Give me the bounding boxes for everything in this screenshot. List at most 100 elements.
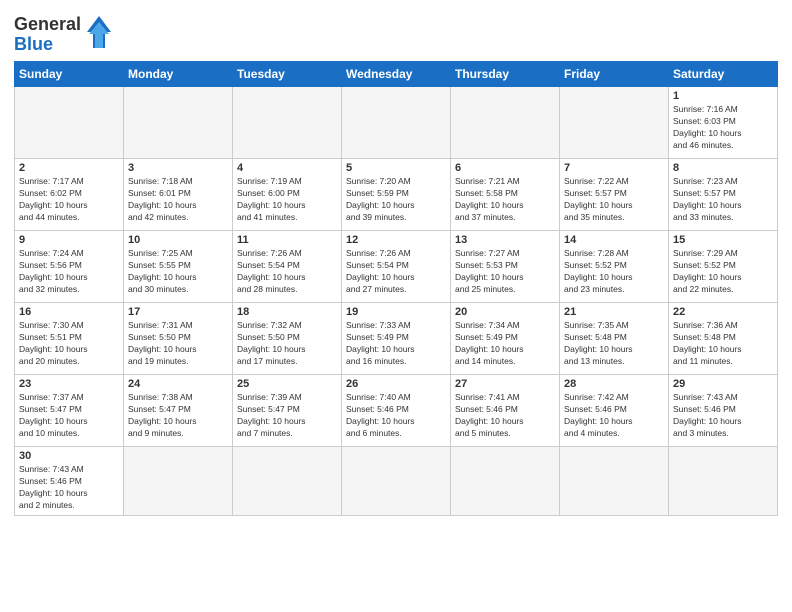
calendar-cell: 1 Sunrise: 7:16 AM Sunset: 6:03 PM Daylig… bbox=[669, 87, 778, 159]
calendar-cell: 8 Sunrise: 7:23 AM Sunset: 5:57 PM Daylig… bbox=[669, 159, 778, 231]
calendar-cell: 30 Sunrise: 7:43 AM Sunset: 5:46 PM Dayli… bbox=[15, 447, 124, 516]
calendar: SundayMondayTuesdayWednesdayThursdayFrid… bbox=[14, 61, 778, 516]
day-number: 21 bbox=[564, 306, 664, 318]
week-row-5: 23Sunrise: 7:37 AM Sunset: 5:47 PM Dayli… bbox=[15, 375, 778, 447]
day-info: Sunrise: 7:20 AM Sunset: 5:59 PM Dayligh… bbox=[346, 176, 446, 224]
calendar-cell bbox=[15, 87, 124, 159]
day-info: Sunrise: 7:38 AM Sunset: 5:47 PM Dayligh… bbox=[128, 392, 228, 440]
calendar-cell: 12Sunrise: 7:26 AM Sunset: 5:54 PM Dayli… bbox=[342, 231, 451, 303]
day-info: Sunrise: 7:23 AM Sunset: 5:57 PM Dayligh… bbox=[673, 176, 773, 224]
calendar-cell: 5 Sunrise: 7:20 AM Sunset: 5:59 PM Daylig… bbox=[342, 159, 451, 231]
day-number: 19 bbox=[346, 306, 446, 318]
day-info: Sunrise: 7:36 AM Sunset: 5:48 PM Dayligh… bbox=[673, 320, 773, 368]
day-number: 14 bbox=[564, 234, 664, 246]
weekday-header-saturday: Saturday bbox=[669, 62, 778, 87]
day-info: Sunrise: 7:28 AM Sunset: 5:52 PM Dayligh… bbox=[564, 248, 664, 296]
calendar-cell: 17 Sunrise: 7:31 AM Sunset: 5:50 PM Dayli… bbox=[124, 303, 233, 375]
weekday-header-thursday: Thursday bbox=[451, 62, 560, 87]
day-info: Sunrise: 7:22 AM Sunset: 5:57 PM Dayligh… bbox=[564, 176, 664, 224]
day-info: Sunrise: 7:31 AM Sunset: 5:50 PM Dayligh… bbox=[128, 320, 228, 368]
day-number: 12 bbox=[346, 234, 446, 246]
calendar-cell: 21Sunrise: 7:35 AM Sunset: 5:48 PM Dayli… bbox=[560, 303, 669, 375]
day-number: 27 bbox=[455, 378, 555, 390]
calendar-cell: 16Sunrise: 7:30 AM Sunset: 5:51 PM Dayli… bbox=[15, 303, 124, 375]
day-number: 30 bbox=[19, 450, 119, 462]
calendar-cell bbox=[233, 447, 342, 516]
day-info: Sunrise: 7:18 AM Sunset: 6:01 PM Dayligh… bbox=[128, 176, 228, 224]
weekday-header-sunday: Sunday bbox=[15, 62, 124, 87]
day-number: 8 bbox=[673, 162, 773, 174]
day-number: 16 bbox=[19, 306, 119, 318]
week-row-3: 9 Sunrise: 7:24 AM Sunset: 5:56 PM Daylig… bbox=[15, 231, 778, 303]
logo-general: General bbox=[14, 14, 81, 34]
day-number: 23 bbox=[19, 378, 119, 390]
day-number: 1 bbox=[673, 90, 773, 102]
calendar-cell bbox=[233, 87, 342, 159]
calendar-cell: 7 Sunrise: 7:22 AM Sunset: 5:57 PM Daylig… bbox=[560, 159, 669, 231]
day-number: 4 bbox=[237, 162, 337, 174]
calendar-cell bbox=[669, 447, 778, 516]
calendar-cell bbox=[124, 447, 233, 516]
day-info: Sunrise: 7:29 AM Sunset: 5:52 PM Dayligh… bbox=[673, 248, 773, 296]
day-info: Sunrise: 7:40 AM Sunset: 5:46 PM Dayligh… bbox=[346, 392, 446, 440]
page-header: General Blue bbox=[14, 10, 778, 55]
calendar-cell: 4Sunrise: 7:19 AM Sunset: 6:00 PM Daylig… bbox=[233, 159, 342, 231]
calendar-cell: 6 Sunrise: 7:21 AM Sunset: 5:58 PM Daylig… bbox=[451, 159, 560, 231]
day-info: Sunrise: 7:27 AM Sunset: 5:53 PM Dayligh… bbox=[455, 248, 555, 296]
week-row-1: 1 Sunrise: 7:16 AM Sunset: 6:03 PM Daylig… bbox=[15, 87, 778, 159]
day-info: Sunrise: 7:43 AM Sunset: 5:46 PM Dayligh… bbox=[19, 464, 119, 512]
day-number: 6 bbox=[455, 162, 555, 174]
day-number: 17 bbox=[128, 306, 228, 318]
day-info: Sunrise: 7:25 AM Sunset: 5:55 PM Dayligh… bbox=[128, 248, 228, 296]
day-info: Sunrise: 7:21 AM Sunset: 5:58 PM Dayligh… bbox=[455, 176, 555, 224]
calendar-cell: 19Sunrise: 7:33 AM Sunset: 5:49 PM Dayli… bbox=[342, 303, 451, 375]
weekday-header-tuesday: Tuesday bbox=[233, 62, 342, 87]
day-number: 24 bbox=[128, 378, 228, 390]
day-info: Sunrise: 7:16 AM Sunset: 6:03 PM Dayligh… bbox=[673, 104, 773, 152]
calendar-cell: 3 Sunrise: 7:18 AM Sunset: 6:01 PM Daylig… bbox=[124, 159, 233, 231]
calendar-cell bbox=[560, 447, 669, 516]
calendar-cell: 13Sunrise: 7:27 AM Sunset: 5:53 PM Dayli… bbox=[451, 231, 560, 303]
calendar-cell: 28 Sunrise: 7:42 AM Sunset: 5:46 PM Dayli… bbox=[560, 375, 669, 447]
day-number: 3 bbox=[128, 162, 228, 174]
calendar-cell: 22 Sunrise: 7:36 AM Sunset: 5:48 PM Dayli… bbox=[669, 303, 778, 375]
weekday-header-wednesday: Wednesday bbox=[342, 62, 451, 87]
weekday-header-row: SundayMondayTuesdayWednesdayThursdayFrid… bbox=[15, 62, 778, 87]
day-number: 28 bbox=[564, 378, 664, 390]
day-number: 11 bbox=[237, 234, 337, 246]
day-number: 25 bbox=[237, 378, 337, 390]
calendar-cell: 20 Sunrise: 7:34 AM Sunset: 5:49 PM Dayli… bbox=[451, 303, 560, 375]
calendar-cell: 2 Sunrise: 7:17 AM Sunset: 6:02 PM Daylig… bbox=[15, 159, 124, 231]
day-info: Sunrise: 7:32 AM Sunset: 5:50 PM Dayligh… bbox=[237, 320, 337, 368]
day-number: 5 bbox=[346, 162, 446, 174]
calendar-cell: 14 Sunrise: 7:28 AM Sunset: 5:52 PM Dayli… bbox=[560, 231, 669, 303]
day-info: Sunrise: 7:41 AM Sunset: 5:46 PM Dayligh… bbox=[455, 392, 555, 440]
day-info: Sunrise: 7:42 AM Sunset: 5:46 PM Dayligh… bbox=[564, 392, 664, 440]
day-number: 2 bbox=[19, 162, 119, 174]
day-number: 9 bbox=[19, 234, 119, 246]
day-number: 7 bbox=[564, 162, 664, 174]
calendar-cell: 9 Sunrise: 7:24 AM Sunset: 5:56 PM Daylig… bbox=[15, 231, 124, 303]
calendar-cell: 25 Sunrise: 7:39 AM Sunset: 5:47 PM Dayli… bbox=[233, 375, 342, 447]
day-info: Sunrise: 7:34 AM Sunset: 5:49 PM Dayligh… bbox=[455, 320, 555, 368]
day-number: 15 bbox=[673, 234, 773, 246]
day-info: Sunrise: 7:43 AM Sunset: 5:46 PM Dayligh… bbox=[673, 392, 773, 440]
day-info: Sunrise: 7:17 AM Sunset: 6:02 PM Dayligh… bbox=[19, 176, 119, 224]
logo-blue: Blue bbox=[14, 35, 81, 55]
week-row-6: 30 Sunrise: 7:43 AM Sunset: 5:46 PM Dayli… bbox=[15, 447, 778, 516]
calendar-cell: 10 Sunrise: 7:25 AM Sunset: 5:55 PM Dayli… bbox=[124, 231, 233, 303]
calendar-cell: 15 Sunrise: 7:29 AM Sunset: 5:52 PM Dayli… bbox=[669, 231, 778, 303]
calendar-cell: 23Sunrise: 7:37 AM Sunset: 5:47 PM Dayli… bbox=[15, 375, 124, 447]
calendar-cell bbox=[560, 87, 669, 159]
logo: General Blue bbox=[14, 14, 115, 55]
day-number: 22 bbox=[673, 306, 773, 318]
calendar-cell: 24 Sunrise: 7:38 AM Sunset: 5:47 PM Dayli… bbox=[124, 375, 233, 447]
day-info: Sunrise: 7:24 AM Sunset: 5:56 PM Dayligh… bbox=[19, 248, 119, 296]
calendar-cell: 26Sunrise: 7:40 AM Sunset: 5:46 PM Dayli… bbox=[342, 375, 451, 447]
day-number: 18 bbox=[237, 306, 337, 318]
calendar-cell bbox=[451, 447, 560, 516]
day-info: Sunrise: 7:39 AM Sunset: 5:47 PM Dayligh… bbox=[237, 392, 337, 440]
day-number: 20 bbox=[455, 306, 555, 318]
day-number: 10 bbox=[128, 234, 228, 246]
week-row-4: 16Sunrise: 7:30 AM Sunset: 5:51 PM Dayli… bbox=[15, 303, 778, 375]
